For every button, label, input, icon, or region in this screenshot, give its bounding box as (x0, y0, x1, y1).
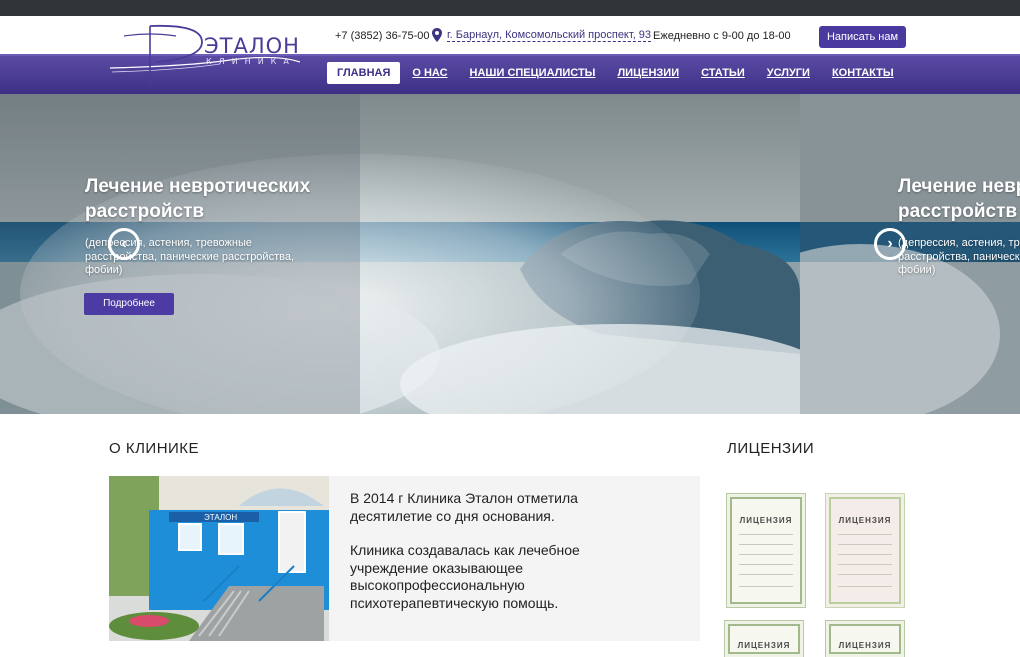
top-strip (0, 0, 1020, 16)
about-heading: О КЛИНИКЕ (109, 440, 200, 457)
license-thumbnail[interactable]: ЛИЦЕНЗИЯ (825, 493, 905, 608)
chevron-right-icon[interactable]: › (874, 228, 906, 260)
license-title: ЛИЦЕНЗИЯ (739, 516, 793, 525)
main-nav: ГЛАВНАЯ О НАС НАШИ СПЕЦИАЛИСТЫ ЛИЦЕНЗИИ … (327, 62, 906, 84)
slide-description-next: (депрессия, астения, тревожные расстройс… (898, 237, 1020, 276)
map-pin-icon (432, 28, 442, 42)
write-us-button[interactable]: Написать нам (819, 26, 906, 48)
clinic-building-photo: ЭТАЛОН (109, 476, 329, 641)
slide-title-next: Лечение невротических расстройств (898, 176, 1020, 222)
phone-number[interactable]: +7 (3852) 36-75-00 (335, 30, 429, 42)
nav-item-specialists[interactable]: НАШИ СПЕЦИАЛИСТЫ (460, 62, 606, 84)
page: ЭТАЛОН КЛИНИКА +7 (3852) 36-75-00 г. Бар… (0, 0, 1020, 657)
nav-item-about[interactable]: О НАС (402, 62, 457, 84)
license-title: ЛИЦЕНЗИЯ (737, 641, 791, 650)
address-text: г. Барнаул, Комсомольский проспект, 93 (447, 28, 652, 42)
license-thumbnail[interactable]: ЛИЦЕНЗИЯ (726, 493, 806, 608)
slide-title: Лечение невротических расстройств (85, 176, 311, 222)
nav-item-services[interactable]: УСЛУГИ (757, 62, 820, 84)
nav-item-licenses[interactable]: ЛИЦЕНЗИИ (607, 62, 689, 84)
about-paragraph: В 2014 г Клиника Эталон отметила десятил… (350, 490, 578, 524)
chevron-left-icon[interactable]: ‹ (108, 228, 140, 260)
license-thumbnail[interactable]: ЛИЦЕНЗИЯ (825, 620, 905, 657)
hero-slider: Лечение невротических расстройств (депре… (0, 94, 1020, 414)
working-hours: Ежедневно с 9-00 до 18-00 (653, 30, 791, 42)
about-text: В 2014 г Клиника Эталон отметила десятил… (350, 490, 650, 629)
clinic-sign-text: ЭТАЛОН (204, 513, 237, 522)
more-button[interactable]: Подробнее (84, 293, 174, 315)
nav-item-home[interactable]: ГЛАВНАЯ (327, 62, 401, 84)
license-title: ЛИЦЕНЗИЯ (838, 641, 892, 650)
nav-item-contacts[interactable]: КОНТАКТЫ (822, 62, 904, 84)
licenses-heading: ЛИЦЕНЗИИ (727, 440, 815, 457)
license-title: ЛИЦЕНЗИЯ (838, 516, 892, 525)
slide-current: Лечение невротических расстройств (депре… (0, 94, 800, 414)
license-thumbnail[interactable]: ЛИЦЕНЗИЯ (724, 620, 804, 657)
logo-wordmark: ЭТАЛОН (204, 34, 300, 58)
about-paragraph: Клиника создавалась как лечебное учрежде… (350, 542, 580, 611)
logo-subtitle: КЛИНИКА (206, 57, 296, 66)
address-link[interactable]: г. Барнаул, Комсомольский проспект, 93 (432, 28, 652, 42)
nav-item-articles[interactable]: СТАТЬИ (691, 62, 755, 84)
slide-next: Лечение невротических расстройств (депре… (800, 94, 1020, 414)
